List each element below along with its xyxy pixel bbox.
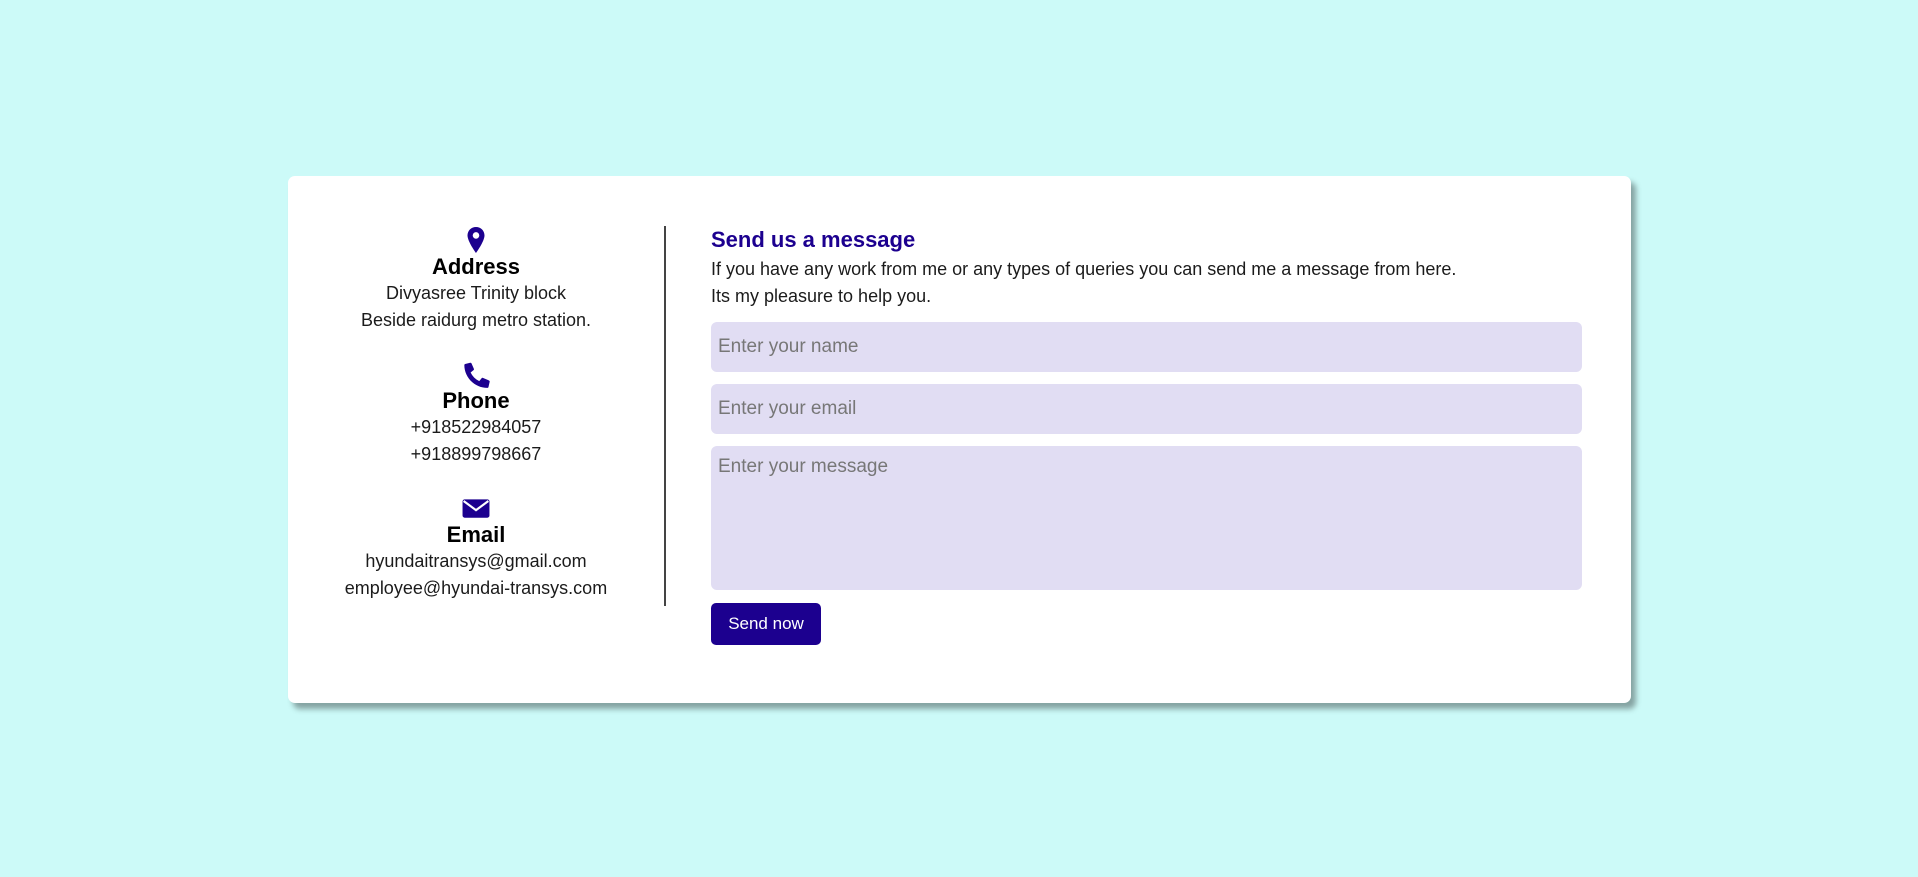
- phone-icon: [462, 360, 490, 388]
- form-title: Send us a message: [711, 227, 916, 252]
- phone-block: Phone +918522984057 +918899798667: [288, 360, 664, 468]
- phone-number: +918522984057: [410, 417, 542, 437]
- map-pin-icon: [462, 226, 490, 254]
- form-description-line: If you have any work from me or any type…: [711, 259, 1457, 279]
- form-description: If you have any work from me or any type…: [711, 256, 1582, 310]
- name-input[interactable]: [711, 322, 1582, 372]
- email-address: hyundaitransys@gmail.com: [365, 551, 587, 571]
- email-address: employee@hyundai-transys.com: [344, 578, 608, 598]
- contact-card: Address Divyasree Trinity block Beside r…: [288, 176, 1631, 703]
- phone-number: +918899798667: [410, 444, 542, 464]
- email-input[interactable]: [711, 384, 1582, 434]
- send-now-button[interactable]: Send now: [711, 603, 821, 645]
- vertical-divider: [664, 226, 666, 606]
- address-block: Address Divyasree Trinity block Beside r…: [288, 226, 664, 334]
- form-description-line: Its my pleasure to help you.: [711, 286, 932, 306]
- message-form: Send us a message If you have any work f…: [711, 226, 1582, 645]
- contact-info-panel: Address Divyasree Trinity block Beside r…: [288, 226, 664, 628]
- message-textarea[interactable]: [711, 446, 1582, 590]
- address-line: Beside raidurg metro station.: [360, 310, 592, 330]
- phone-title: Phone: [442, 388, 510, 413]
- address-line: Divyasree Trinity block: [385, 283, 567, 303]
- envelope-icon: [462, 494, 490, 522]
- email-title: Email: [446, 522, 506, 547]
- address-title: Address: [431, 254, 521, 279]
- email-block: Email hyundaitransys@gmail.com employee@…: [288, 494, 664, 602]
